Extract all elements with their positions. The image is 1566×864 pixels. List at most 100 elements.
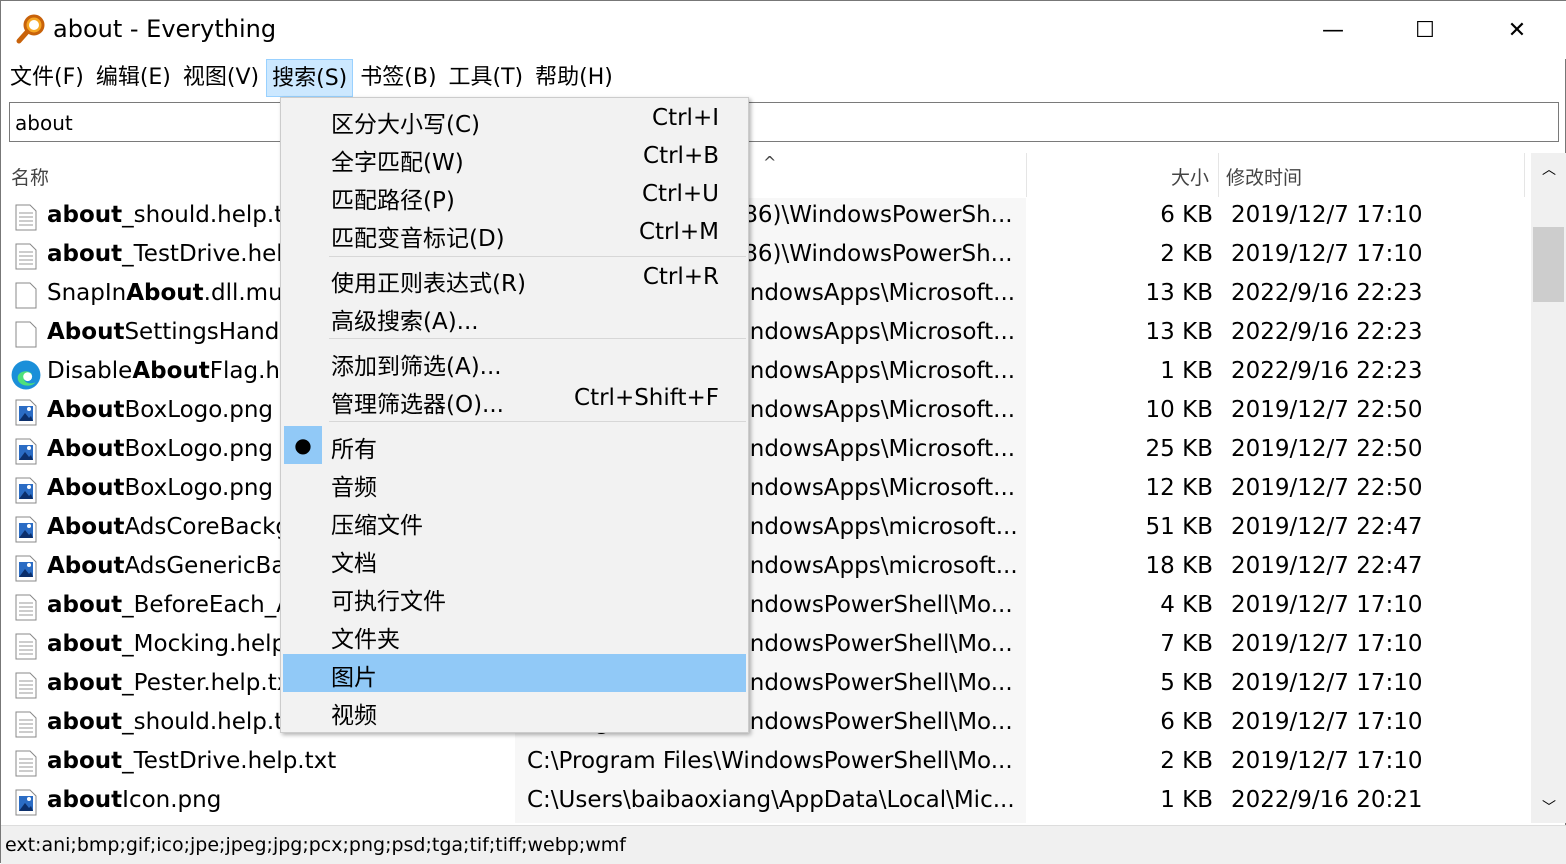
- menu-item-shortcut: Ctrl+B: [643, 143, 719, 169]
- menu-item[interactable]: 音频: [283, 464, 746, 502]
- menu-item[interactable]: 高级搜索(A)...: [283, 298, 746, 336]
- image-file-icon: [15, 399, 37, 426]
- file-modified: 2022/9/16 22:23: [1231, 319, 1423, 345]
- search-dropdown-menu: 区分大小写(C) Ctrl+I 全字匹配(W) Ctrl+B 匹配路径(P) Ctrl+U…: [280, 97, 749, 733]
- menu-bar: 文件(F) 编辑(E) 视图(V) 搜索(S) 书签(B) 工具(T) 帮助(H…: [1, 59, 1566, 97]
- title-bar: about - Everything — ☐ ✕: [1, 1, 1566, 59]
- image-file-icon: [15, 438, 37, 465]
- file-size: 6 KB: [1160, 202, 1213, 228]
- table-row[interactable]: AboutBoxLogo.png C:\Program Files\Window…: [1, 432, 1531, 471]
- table-row[interactable]: AboutBoxLogo.png C:\Program Files\Window…: [1, 393, 1531, 432]
- maximize-button[interactable]: ☐: [1379, 1, 1471, 59]
- file-size: 25 KB: [1145, 436, 1213, 462]
- menu-view[interactable]: 视图(V): [178, 59, 264, 97]
- table-row[interactable]: DisableAboutFlag.htm C:\Program Files\Wi…: [1, 354, 1531, 393]
- text-file-icon: [15, 711, 37, 738]
- column-header: 名称 路径 ^ 大小 修改时间: [1, 153, 1531, 197]
- table-row[interactable]: about_BeforeEach_AfterEach.help.txt C:\P…: [1, 588, 1531, 627]
- menu-item[interactable]: 匹配路径(P) Ctrl+U: [283, 177, 746, 215]
- table-row[interactable]: about_Pester.help.txt C:\Program Files\W…: [1, 666, 1531, 705]
- menu-item-label: 管理筛选器(O)...: [331, 392, 504, 418]
- file-modified: 2019/12/7 17:10: [1231, 670, 1423, 696]
- menu-item[interactable]: 全字匹配(W) Ctrl+B: [283, 139, 746, 177]
- menu-item[interactable]: 文档: [283, 540, 746, 578]
- file-modified: 2019/12/7 17:10: [1231, 592, 1423, 618]
- file-size: 2 KB: [1160, 241, 1213, 267]
- radio-check-icon: ●: [284, 426, 322, 464]
- file-size: 7 KB: [1160, 631, 1213, 657]
- menu-bookmarks[interactable]: 书签(B): [355, 59, 441, 97]
- column-modified[interactable]: 修改时间: [1226, 163, 1302, 190]
- menu-tools[interactable]: 工具(T): [444, 59, 529, 97]
- scroll-thumb[interactable]: [1533, 227, 1564, 302]
- image-file-icon: [15, 789, 37, 816]
- text-file-icon: [15, 750, 37, 777]
- vertical-scrollbar[interactable]: ︿ ﹀: [1531, 153, 1566, 823]
- menu-item[interactable]: 匹配变音标记(D) Ctrl+M: [283, 215, 746, 253]
- file-modified: 2022/9/16 20:21: [1231, 787, 1423, 813]
- file-size: 5 KB: [1160, 670, 1213, 696]
- table-row[interactable]: about_TestDrive.help.txt C:\Program File…: [1, 237, 1531, 276]
- blank-file-icon: [15, 321, 37, 348]
- file-modified: 2019/12/7 22:47: [1231, 514, 1423, 540]
- column-size[interactable]: 大小: [1171, 163, 1209, 190]
- file-path: C:\Users\baibaoxiang\AppData\Local\Mic..…: [527, 787, 1015, 813]
- minimize-button[interactable]: —: [1287, 1, 1379, 59]
- menu-item-label: 匹配路径(P): [331, 188, 455, 214]
- menu-file[interactable]: 文件(F): [5, 59, 89, 97]
- file-size: 1 KB: [1160, 787, 1213, 813]
- menu-item[interactable]: 文件夹: [283, 616, 746, 654]
- menu-item-label: 高级搜索(A)...: [331, 309, 479, 335]
- menu-item-label: 添加到筛选(A)...: [331, 354, 502, 380]
- image-file-icon: [15, 555, 37, 582]
- file-size: 13 KB: [1145, 280, 1213, 306]
- file-size: 10 KB: [1145, 397, 1213, 423]
- table-row[interactable]: AboutAdsCoreBackground.png C:\Program Fi…: [1, 510, 1531, 549]
- table-row[interactable]: about_TestDrive.help.txt C:\Program File…: [1, 744, 1531, 783]
- file-modified: 2019/12/7 22:47: [1231, 553, 1423, 579]
- menu-item[interactable]: 图片: [283, 654, 746, 692]
- menu-item-label: 视频: [331, 703, 377, 729]
- close-button[interactable]: ✕: [1471, 1, 1563, 59]
- status-bar: ext:ani;bmp;gif;ico;jpe;jpeg;jpg;pcx;png…: [1, 825, 1566, 864]
- menu-item[interactable]: 可执行文件: [283, 578, 746, 616]
- menu-item[interactable]: 视频: [283, 692, 746, 730]
- menu-item[interactable]: ● 所有: [283, 426, 746, 464]
- file-size: 2 KB: [1160, 748, 1213, 774]
- column-name[interactable]: 名称: [11, 163, 49, 190]
- table-row[interactable]: SnapInAbout.dll.mui C:\Program Files\Win…: [1, 276, 1531, 315]
- table-row[interactable]: about_should.help.txt C:\Program Files (…: [1, 198, 1531, 237]
- menu-item-label: 使用正则表达式(R): [331, 271, 526, 297]
- table-row[interactable]: AboutAdsGenericBackground.png C:\Program…: [1, 549, 1531, 588]
- menu-search[interactable]: 搜索(S): [266, 59, 354, 97]
- table-row[interactable]: AboutSettingsHandlers.dll C:\Program Fil…: [1, 315, 1531, 354]
- scroll-up-icon[interactable]: ︿: [1542, 159, 1556, 179]
- everything-search-icon: [16, 14, 45, 44]
- search-input[interactable]: about: [9, 102, 1559, 142]
- menu-item[interactable]: 压缩文件: [283, 502, 746, 540]
- menu-item-label: 文件夹: [331, 627, 400, 653]
- file-modified: 2019/12/7 22:50: [1231, 475, 1423, 501]
- text-file-icon: [15, 594, 37, 621]
- text-file-icon: [15, 243, 37, 270]
- results-list: about_should.help.txt C:\Program Files (…: [1, 198, 1531, 823]
- table-row[interactable]: AboutBoxLogo.png C:\Program Files\Window…: [1, 471, 1531, 510]
- menu-item-shortcut: Ctrl+M: [638, 219, 719, 245]
- menu-item[interactable]: 添加到筛选(A)...: [283, 343, 746, 381]
- menu-item[interactable]: 使用正则表达式(R) Ctrl+R: [283, 260, 746, 298]
- file-size: 12 KB: [1145, 475, 1213, 501]
- table-row[interactable]: aboutIcon.png C:\Users\baibaoxiang\AppDa…: [1, 783, 1531, 822]
- menu-help[interactable]: 帮助(H): [530, 59, 618, 97]
- file-modified: 2019/12/7 17:10: [1231, 202, 1423, 228]
- menu-item-label: 全字匹配(W): [331, 150, 464, 176]
- table-row[interactable]: about_Mocking.help.txt C:\Program Files\…: [1, 627, 1531, 666]
- file-modified: 2019/12/7 22:50: [1231, 397, 1423, 423]
- scroll-down-icon[interactable]: ﹀: [1542, 797, 1556, 817]
- menu-separator: [329, 256, 746, 257]
- menu-item[interactable]: 管理筛选器(O)... Ctrl+Shift+F: [283, 381, 746, 419]
- menu-edit[interactable]: 编辑(E): [91, 59, 176, 97]
- file-modified: 2022/9/16 22:23: [1231, 280, 1423, 306]
- image-file-icon: [15, 477, 37, 504]
- menu-item[interactable]: 区分大小写(C) Ctrl+I: [283, 101, 746, 139]
- table-row[interactable]: about_should.help.txt C:\Program Files\W…: [1, 705, 1531, 744]
